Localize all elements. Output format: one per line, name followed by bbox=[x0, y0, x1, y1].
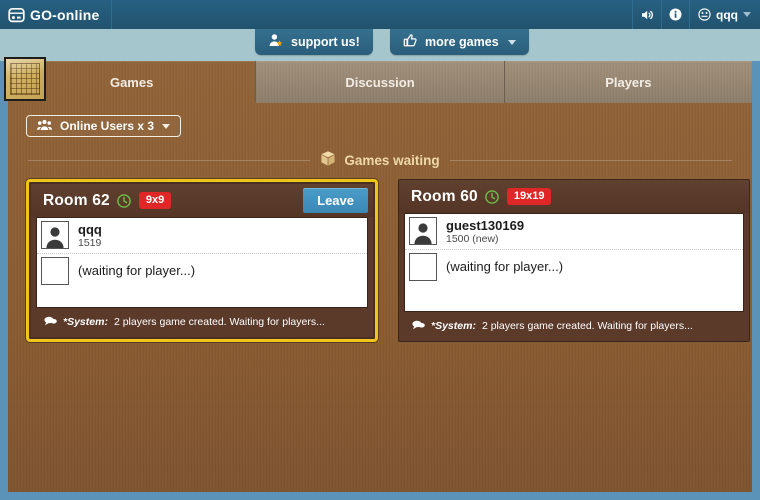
empty-seat-icon bbox=[409, 253, 437, 281]
brand-logo-text: GO-online bbox=[30, 6, 100, 23]
board-size-badge: 9x9 bbox=[138, 192, 172, 209]
room-system-message: *System: 2 players game created. Waiting… bbox=[404, 316, 744, 336]
room-title: Room 60 bbox=[411, 187, 478, 205]
box-icon bbox=[320, 150, 336, 170]
player-row[interactable]: (waiting for player...) bbox=[405, 250, 743, 284]
room-card-header: Room 60 19x19 bbox=[399, 180, 749, 213]
smiley-icon bbox=[698, 8, 711, 21]
chat-bubble-icon bbox=[44, 316, 57, 329]
system-text: 2 players game created. Waiting for play… bbox=[481, 320, 693, 332]
player-name: (waiting for player...) bbox=[446, 259, 564, 274]
topbar-right-group: qqq bbox=[632, 0, 760, 29]
system-label: *System: bbox=[63, 316, 108, 328]
system-text: 2 players game created. Waiting for play… bbox=[113, 316, 325, 328]
player-rating: 1519 bbox=[78, 237, 102, 249]
support-us-button[interactable]: support us! bbox=[255, 29, 373, 55]
go-board-icon[interactable] bbox=[4, 57, 46, 103]
speaker-icon bbox=[640, 8, 654, 22]
room-players-list: guest130169 1500 (new) (waiting for play… bbox=[404, 213, 744, 312]
user-menu-button[interactable]: qqq bbox=[689, 0, 760, 29]
more-games-button[interactable]: more games bbox=[390, 29, 529, 55]
room-system-message: *System: 2 players game created. Waiting… bbox=[36, 312, 368, 332]
info-icon bbox=[669, 8, 682, 21]
games-content: Online Users x 3 Games waiting Room 62 9… bbox=[8, 103, 752, 492]
games-waiting-header: Games waiting bbox=[28, 150, 732, 170]
thumbs-up-icon bbox=[403, 33, 418, 51]
online-users-button[interactable]: Online Users x 3 bbox=[26, 115, 182, 137]
tab-discussion-label: Discussion bbox=[345, 74, 415, 90]
tab-players-label: Players bbox=[605, 74, 652, 90]
app-window: GO-online qqq support us! more games Gam… bbox=[0, 0, 760, 500]
divider-right bbox=[449, 159, 732, 161]
online-users-label: Online Users x 3 bbox=[60, 119, 155, 133]
divider-left bbox=[28, 159, 311, 161]
player-name: guest130169 bbox=[446, 218, 525, 233]
clock-icon bbox=[485, 189, 499, 204]
player-row[interactable]: guest130169 1500 (new) bbox=[405, 214, 743, 250]
user-menu-label: qqq bbox=[716, 7, 738, 22]
player-row[interactable]: (waiting for player...) bbox=[37, 254, 367, 288]
player-name: qqq bbox=[78, 222, 102, 237]
users-group-icon bbox=[37, 119, 52, 134]
clock-icon bbox=[117, 193, 131, 208]
top-navigation-bar: GO-online qqq bbox=[0, 0, 760, 29]
chat-bubble-icon bbox=[412, 320, 425, 333]
board-size-badge: 19x19 bbox=[506, 188, 552, 205]
user-avatar-icon bbox=[409, 217, 437, 245]
user-avatar-icon bbox=[41, 221, 69, 249]
tab-bar: Games Discussion Players bbox=[8, 61, 752, 103]
sound-toggle-button[interactable] bbox=[632, 0, 661, 29]
room-card[interactable]: Room 60 19x19 guest130169 1500 (new) (wa… bbox=[398, 179, 750, 342]
support-us-label: support us! bbox=[291, 35, 360, 49]
chevron-down-icon bbox=[507, 39, 516, 45]
secondary-band bbox=[0, 29, 760, 61]
tab-players[interactable]: Players bbox=[503, 61, 752, 103]
chevron-down-icon bbox=[743, 12, 751, 17]
tab-discussion[interactable]: Discussion bbox=[255, 61, 504, 103]
player-row[interactable]: qqq 1519 bbox=[37, 218, 367, 254]
room-card-header: Room 62 9x9 Leave bbox=[31, 184, 373, 217]
leave-button[interactable]: Leave bbox=[303, 188, 368, 213]
user-star-icon bbox=[268, 33, 284, 51]
system-label: *System: bbox=[431, 320, 476, 332]
chevron-down-icon bbox=[162, 123, 171, 129]
player-name: (waiting for player...) bbox=[78, 263, 196, 278]
player-rating: 1500 (new) bbox=[446, 233, 499, 245]
room-card[interactable]: Room 62 9x9 Leave qqq 1519 (waiting for … bbox=[26, 179, 378, 342]
room-title: Room 62 bbox=[43, 191, 110, 209]
info-button[interactable] bbox=[661, 0, 689, 29]
go-board-logo-icon bbox=[8, 7, 30, 23]
brand-logo[interactable]: GO-online bbox=[0, 0, 113, 29]
empty-seat-icon bbox=[41, 257, 69, 285]
room-players-list: qqq 1519 (waiting for player...) bbox=[36, 217, 368, 308]
games-waiting-label: Games waiting bbox=[344, 152, 440, 168]
more-games-label: more games bbox=[425, 35, 499, 49]
tab-games-label: Games bbox=[109, 74, 154, 90]
